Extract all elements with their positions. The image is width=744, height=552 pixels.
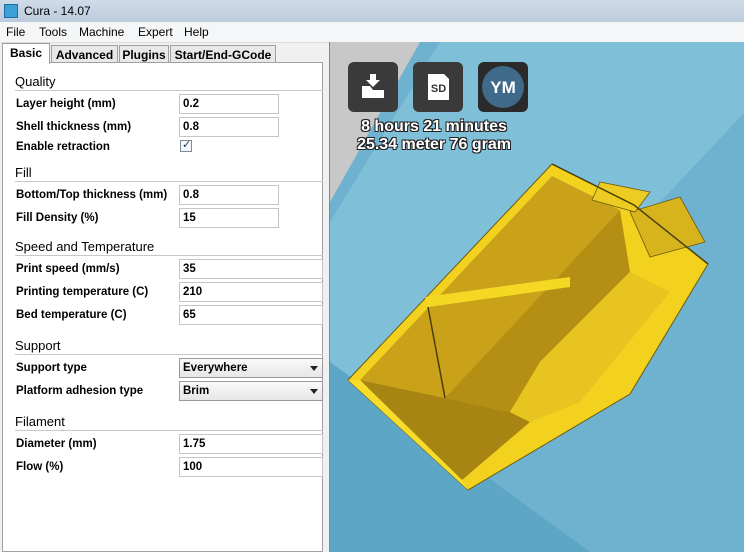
section-divider [15,430,323,431]
support-type-value: Everywhere [183,362,248,374]
tab-basic[interactable]: Basic [2,43,50,64]
material-usage-text: 25.34 meter 76 gram [357,136,511,153]
app-icon [4,4,18,18]
bottom-top-thickness-input[interactable]: 0.8 [179,185,279,205]
printing-temperature-label: Printing temperature (C) [16,286,149,298]
load-model-icon [362,74,384,98]
printing-temperature-input[interactable]: 210 [179,282,323,302]
bed-temperature-input[interactable]: 65 [179,305,323,325]
section-title-quality: Quality [15,74,56,89]
section-divider [15,354,323,355]
fill-density-input[interactable]: 15 [179,208,279,228]
enable-retraction-label: Enable retraction [16,141,110,153]
tab-plugins[interactable]: Plugins [119,45,169,63]
dropdown-arrow-icon [310,389,318,394]
menu-expert[interactable]: Expert [138,25,173,39]
platform-adhesion-label: Platform adhesion type [16,385,144,397]
diameter-input[interactable]: 1.75 [179,434,323,454]
bottom-top-thickness-label: Bottom/Top thickness (mm) [16,189,168,201]
view-mode-button[interactable]: YM [478,62,528,112]
flow-input[interactable]: 100 [179,457,323,477]
ym-icon: YM [482,66,524,108]
menu-tools[interactable]: Tools [39,25,67,39]
bed-temperature-label: Bed temperature (C) [16,309,127,321]
diameter-label: Diameter (mm) [16,438,97,450]
platform-adhesion-select[interactable]: Brim [179,381,323,401]
settings-panel: Quality Layer height (mm) 0.2 Shell thic… [2,62,323,552]
section-divider [15,90,323,91]
layer-height-label: Layer height (mm) [16,98,116,110]
3d-viewport[interactable]: SD YM 8 hours 21 minutes 25.34 meter 76 … [329,42,744,552]
menu-help[interactable]: Help [184,25,209,39]
section-divider [15,181,323,182]
flow-label: Flow (%) [16,461,64,473]
save-sd-button[interactable]: SD [413,62,463,112]
menu-bar: File Tools Machine Expert Help [0,22,744,43]
load-model-button[interactable] [348,62,398,112]
dropdown-arrow-icon [310,366,318,371]
layer-height-input[interactable]: 0.2 [179,94,279,114]
title-bar: Cura - 14.07 [0,0,744,23]
section-title-filament: Filament [15,414,65,429]
print-speed-label: Print speed (mm/s) [16,263,120,275]
section-title-speed-temperature: Speed and Temperature [15,239,155,254]
shell-thickness-label: Shell thickness (mm) [16,121,132,133]
print-speed-input[interactable]: 35 [179,259,323,279]
tab-start-end-gcode[interactable]: Start/End-GCode [170,45,276,63]
sd-label: SD [431,83,446,95]
section-title-support: Support [15,338,61,353]
support-type-label: Support type [16,362,87,374]
section-divider [15,255,323,256]
fill-density-label: Fill Density (%) [16,212,99,224]
platform-adhesion-value: Brim [183,385,210,397]
settings-tabs: Basic Advanced Plugins Start/End-GCode [0,43,330,64]
support-type-select[interactable]: Everywhere [179,358,323,378]
enable-retraction-checkbox[interactable]: ✓ [180,139,192,152]
shell-thickness-input[interactable]: 0.8 [179,117,279,137]
sd-card-icon: SD [428,74,449,100]
print-time-text: 8 hours 21 minutes [361,118,507,135]
menu-machine[interactable]: Machine [79,25,124,39]
ym-label: YM [490,78,516,97]
section-title-fill: Fill [15,165,32,180]
tab-advanced[interactable]: Advanced [51,45,118,63]
window-title: Cura - 14.07 [24,4,91,18]
check-mark-icon: ✓ [182,139,192,151]
menu-file[interactable]: File [6,25,25,39]
